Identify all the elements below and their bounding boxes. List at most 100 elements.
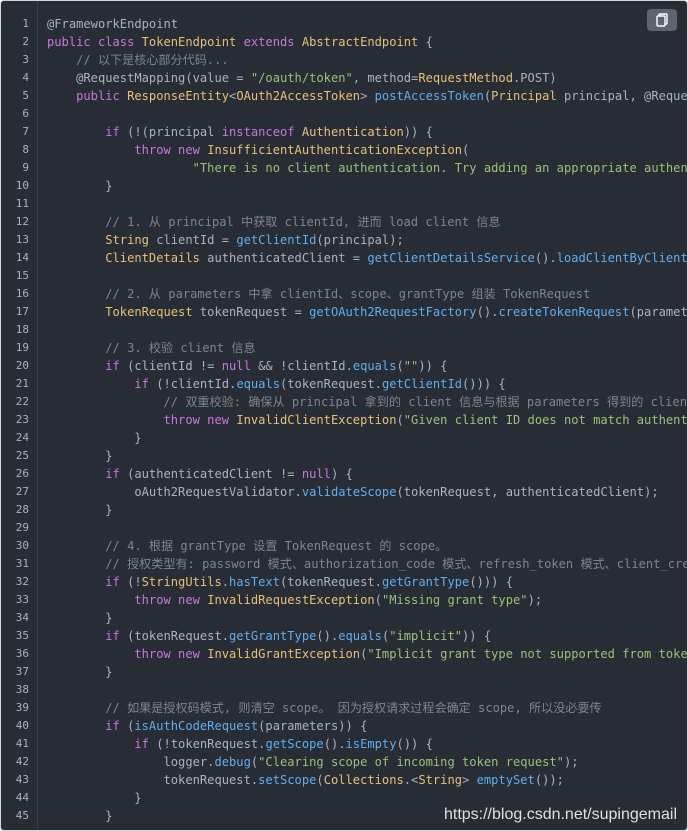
code-line: 18 <box>1 321 687 339</box>
code-token: ) { <box>330 467 353 481</box>
code-token: .< <box>403 773 419 787</box>
line-number: 34 <box>15 611 29 624</box>
code-token: )) { <box>403 125 433 139</box>
code-text: tokenRequest.setScope(Collections.<Strin… <box>47 771 564 789</box>
code-text: // 4. 根据 grantType 设置 TokenRequest 的 sco… <box>47 537 447 555</box>
code-line: 4 @RequestMapping(value = "/oauth/token"… <box>1 69 687 87</box>
code-token: String <box>418 773 463 787</box>
code-token: setScope <box>258 773 317 787</box>
line-number: 43 <box>15 773 29 786</box>
code-text: throw new InsufficientAuthenticationExce… <box>47 141 469 159</box>
code-token: "implicit" <box>389 629 463 643</box>
code-token: "There is no client authentication. Try … <box>47 161 688 175</box>
code-token: getOAuth2RequestFactory <box>309 305 477 319</box>
line-number: 35 <box>15 629 29 642</box>
line-number: 33 <box>15 593 29 606</box>
code-line: 20 if (clientId != null && !clientId.equ… <box>1 357 687 375</box>
code-token: tokenRequest = <box>192 305 310 319</box>
code-line: 16 // 2. 从 parameters 中拿 clientId、scope、… <box>1 285 687 303</box>
code-token: "Implicit grant type not supported from … <box>367 647 688 661</box>
line-number: 11 <box>15 197 29 210</box>
code-token: throw new <box>47 413 237 427</box>
code-line: 28 } <box>1 501 687 519</box>
code-token: getScope <box>265 737 324 751</box>
line-number: 25 <box>15 449 29 462</box>
line-number: 6 <box>22 107 29 120</box>
code-token: Authentication <box>301 125 404 139</box>
code-area: 1 @FrameworkEndpoint 2 public class TokenEn… <box>1 15 687 825</box>
line-number: 30 <box>15 539 29 552</box>
code-line: 40 if (isAuthCodeRequest(parameters)) { <box>1 717 687 735</box>
code-line: 1 @FrameworkEndpoint <box>1 15 687 33</box>
code-line: 44 } <box>1 789 687 807</box>
code-line: 7 if (!(principal instanceof Authenticat… <box>1 123 687 141</box>
code-token: emptySet <box>476 773 535 787</box>
code-token: TokenRequest <box>47 305 193 319</box>
code-token: "Given client ID does not match authenti… <box>403 413 688 427</box>
line-number: 38 <box>15 683 29 696</box>
code-token: Principal <box>491 89 557 103</box>
code-token: ())) { <box>462 377 506 391</box>
code-token: } <box>47 179 113 193</box>
code-token: (tokenRequest. <box>127 629 230 643</box>
code-token: ()) { <box>396 737 433 751</box>
line-number: 45 <box>15 809 29 822</box>
code-token: InvalidRequestException <box>207 593 375 607</box>
copy-button[interactable] <box>647 9 677 31</box>
code-token: authenticatedClient = <box>199 251 368 265</box>
line-number: 4 <box>22 71 29 84</box>
code-token: } <box>47 809 113 823</box>
code-text: // 如果是授权码模式, 则清空 scope。 因为授权请求过程会确定 scop… <box>47 699 601 717</box>
code-line: 5 public ResponseEntity<OAuth2AccessToke… <box>1 87 687 105</box>
line-number: 40 <box>15 719 29 732</box>
code-line: 8 throw new InsufficientAuthenticationEx… <box>1 141 687 159</box>
code-token: logger. <box>47 755 215 769</box>
code-line: 21 if (!clientId.equals(tokenRequest.get… <box>1 375 687 393</box>
line-number: 27 <box>15 485 29 498</box>
code-token: ()); <box>534 773 564 787</box>
line-number: 20 <box>15 359 29 372</box>
line-number: 17 <box>15 305 29 318</box>
code-token: equals <box>352 359 397 373</box>
code-token: (). <box>476 305 499 319</box>
code-line: 10 } <box>1 177 687 195</box>
code-text: if (authenticatedClient != null) { <box>47 465 353 483</box>
code-token: ())) { <box>469 575 513 589</box>
code-line: 25 } <box>1 447 687 465</box>
code-token: throw new <box>47 593 208 607</box>
code-token: // 双重校验: 确保从 principal 拿到的 client 信息与根据 … <box>47 395 688 409</box>
code-token: null <box>221 359 251 373</box>
code-line: 37 } <box>1 663 687 681</box>
code-token: getClientId <box>381 377 463 391</box>
line-number: 36 <box>15 647 29 660</box>
code-editor: 1 @FrameworkEndpoint 2 public class TokenEn… <box>0 0 688 831</box>
code-token: RequestMethod <box>418 71 513 85</box>
code-text: } <box>47 789 141 807</box>
code-line: 42 logger.debug("Clearing scope of incom… <box>1 753 687 771</box>
line-number: 5 <box>22 89 29 102</box>
code-token: (tokenRequest, authenticatedClient); <box>396 485 659 499</box>
code-text: public class TokenEndpoint extends Abstr… <box>47 33 433 51</box>
code-token: if <box>47 629 128 643</box>
code-token: )) { <box>462 629 492 643</box>
code-token: ( <box>316 773 324 787</box>
line-number: 19 <box>15 341 29 354</box>
code-token: null <box>301 467 331 481</box>
code-text: // 3. 校验 client 信息 <box>47 339 255 357</box>
code-token: } <box>47 611 113 625</box>
code-token: throw new <box>47 143 208 157</box>
code-token: (parameters)) { <box>258 719 368 733</box>
code-token: > <box>360 89 375 103</box>
code-line: 14 ClientDetails authenticatedClient = g… <box>1 249 687 267</box>
line-number: 12 <box>15 215 29 228</box>
code-text: oAuth2RequestValidator.validateScope(tok… <box>47 483 659 501</box>
code-token: getGrantType <box>229 629 317 643</box>
code-text: if (!clientId.equals(tokenRequest.getCli… <box>47 375 506 393</box>
code-token: // 授权类型有: password 模式、authorization_code… <box>47 557 688 571</box>
code-line: 33 throw new InvalidRequestException("Mi… <box>1 591 687 609</box>
code-text: throw new InvalidGrantException("Implici… <box>47 645 688 663</box>
code-token: ); <box>563 755 579 769</box>
code-text: } <box>47 177 113 195</box>
code-token: } <box>47 665 113 679</box>
code-token: extends <box>236 35 302 49</box>
